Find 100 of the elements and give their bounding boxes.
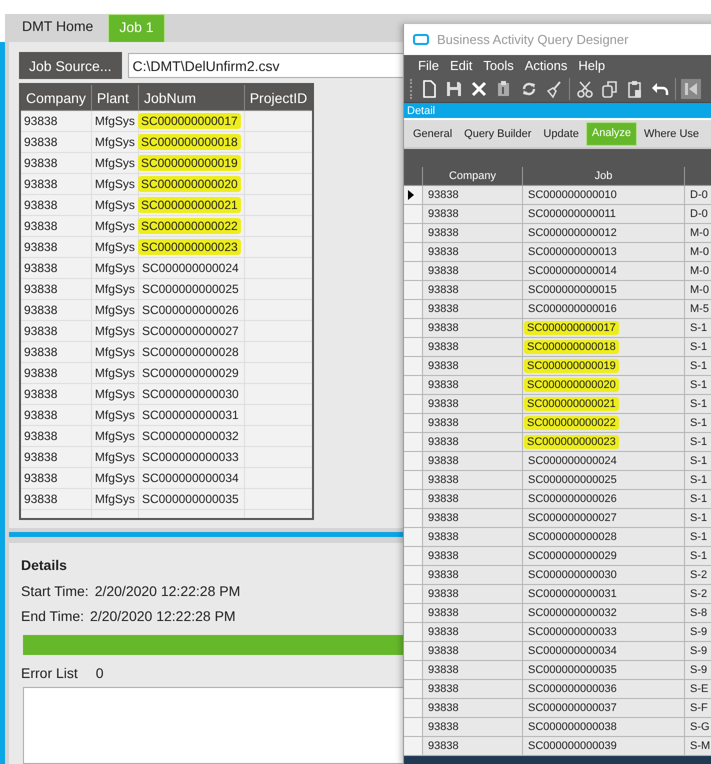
table-cell: MfgSys <box>91 468 138 488</box>
table-cell: SC000000000031 <box>528 588 617 600</box>
highlighted-cell-text: SC000000000023 <box>524 435 619 449</box>
table-cell: SC000000000010 <box>528 189 617 201</box>
table-cell: 93838 <box>423 338 523 356</box>
table-cell: 93838 <box>423 718 523 736</box>
table-cell: SC000000000024 <box>142 261 239 275</box>
table-cell: 93838 <box>423 205 523 223</box>
end-time-value: 2/20/2020 12:22:28 PM <box>90 608 236 624</box>
table-cell: S-1 <box>685 338 711 356</box>
table-cell: SC000000000033 <box>528 626 617 638</box>
table-cell: 93838 <box>423 281 523 299</box>
table-cell: 93838 <box>20 110 92 132</box>
table-cell: MfgSys <box>91 384 138 404</box>
table-cell: D-0 <box>685 186 711 204</box>
start-time-label: Start Time: <box>21 583 89 599</box>
table-cell: SC000000000030 <box>528 569 617 581</box>
table-cell: S-1 <box>685 376 711 394</box>
table-cell: 93838 <box>423 490 523 508</box>
table-cell: SC000000000027 <box>528 512 617 524</box>
table-cell: SC000000000035 <box>142 492 239 506</box>
table-cell: S-9 <box>685 661 711 679</box>
table-cell: 93838 <box>423 737 523 755</box>
highlighted-cell-text: SC000000000017 <box>138 113 241 129</box>
table-cell: SC000000000034 <box>142 471 239 485</box>
table-cell: MfgSys <box>91 426 138 446</box>
table-cell: SC000000000033 <box>142 450 239 464</box>
table-cell: 93838 <box>20 404 92 426</box>
table-cell: SC000000000024 <box>528 455 617 467</box>
table-cell: 93838 <box>423 243 523 261</box>
table-cell: SC000000000035 <box>528 664 617 676</box>
table-cell: S-2 <box>685 566 711 584</box>
table-cell: SC000000000032 <box>528 607 617 619</box>
table-cell: 93838 <box>423 509 523 527</box>
table-cell: SC000000000034 <box>528 645 617 657</box>
table-cell: 93838 <box>423 300 523 318</box>
table-cell: 93838 <box>20 426 92 446</box>
table-cell: MfgSys <box>91 258 138 278</box>
table-cell: S-1 <box>685 357 711 375</box>
table-cell: S-1 <box>685 509 711 527</box>
table-cell: SC000000000026 <box>528 493 617 505</box>
table-cell: 93838 <box>20 152 92 174</box>
table-cell: M-0 <box>685 281 711 299</box>
table-cell: S-1 <box>685 528 711 546</box>
table-cell: 93838 <box>423 661 523 679</box>
table-cell: S-E <box>685 680 711 698</box>
table-cell: 93838 <box>423 680 523 698</box>
table-cell: D-0 <box>685 205 711 223</box>
table-cell: SC000000000025 <box>142 282 239 296</box>
highlighted-cell-text: SC000000000021 <box>524 397 619 411</box>
highlighted-cell-text: SC000000000019 <box>524 359 619 373</box>
highlighted-cell-text: SC000000000018 <box>138 134 241 150</box>
table-cell: S-1 <box>685 319 711 337</box>
table-cell: SC000000000028 <box>528 531 617 543</box>
table-cell: 93838 <box>20 132 92 152</box>
highlighted-cell-text: SC000000000023 <box>138 239 241 255</box>
table-cell: 93838 <box>423 452 523 470</box>
table-cell: MfgSys <box>91 362 138 384</box>
table-cell: 93838 <box>423 547 523 565</box>
table-cell: M-0 <box>685 224 711 242</box>
table-cell: S-2 <box>685 585 711 603</box>
end-time-label: End Time: <box>21 608 84 624</box>
table-cell: 93838 <box>423 604 523 622</box>
table-cell: 93838 <box>423 642 523 660</box>
table-cell: 93838 <box>20 446 92 468</box>
table-cell: S-1 <box>685 490 711 508</box>
table-cell: S-1 <box>685 395 711 413</box>
table-cell: S-9 <box>685 642 711 660</box>
table-cell: SC000000000026 <box>142 303 239 317</box>
table-cell: SC000000000014 <box>528 265 617 277</box>
table-cell: MfgSys <box>91 320 138 342</box>
table-cell: 93838 <box>423 376 523 394</box>
table-cell: SC000000000028 <box>142 345 239 359</box>
table-cell: MfgSys <box>91 300 138 320</box>
table-cell: 93838 <box>20 278 92 300</box>
table-cell: SC000000000032 <box>142 429 239 443</box>
table-cell: M-0 <box>685 243 711 261</box>
table-cell: S-1 <box>685 433 711 451</box>
table-cell: 93838 <box>20 362 92 384</box>
table-cell: S-9 <box>685 623 711 641</box>
error-list-label: Error List <box>21 665 78 681</box>
table-cell: S-1 <box>685 471 711 489</box>
start-time-value: 2/20/2020 12:22:28 PM <box>94 583 240 599</box>
table-cell: SC000000000037 <box>528 702 617 714</box>
panel-title: Detail <box>404 103 711 118</box>
highlighted-cell-text: SC000000000021 <box>138 197 241 213</box>
highlighted-cell-text: SC000000000020 <box>524 378 619 392</box>
highlighted-cell-text: SC000000000019 <box>138 155 241 171</box>
table-cell: 93838 <box>20 194 92 216</box>
table-cell: 93838 <box>423 357 523 375</box>
table-cell: 93838 <box>423 319 523 337</box>
highlighted-cell-text: SC000000000022 <box>524 416 619 430</box>
table-cell: 93838 <box>423 433 523 451</box>
table-cell: S-1 <box>685 414 711 432</box>
table-cell: SC000000000015 <box>528 284 617 296</box>
table-cell: 93838 <box>20 488 92 510</box>
table-cell: S-M <box>685 737 711 755</box>
table-cell: S-G <box>685 718 711 736</box>
table-cell: 93838 <box>423 585 523 603</box>
table-cell: SC000000000038 <box>528 721 617 733</box>
